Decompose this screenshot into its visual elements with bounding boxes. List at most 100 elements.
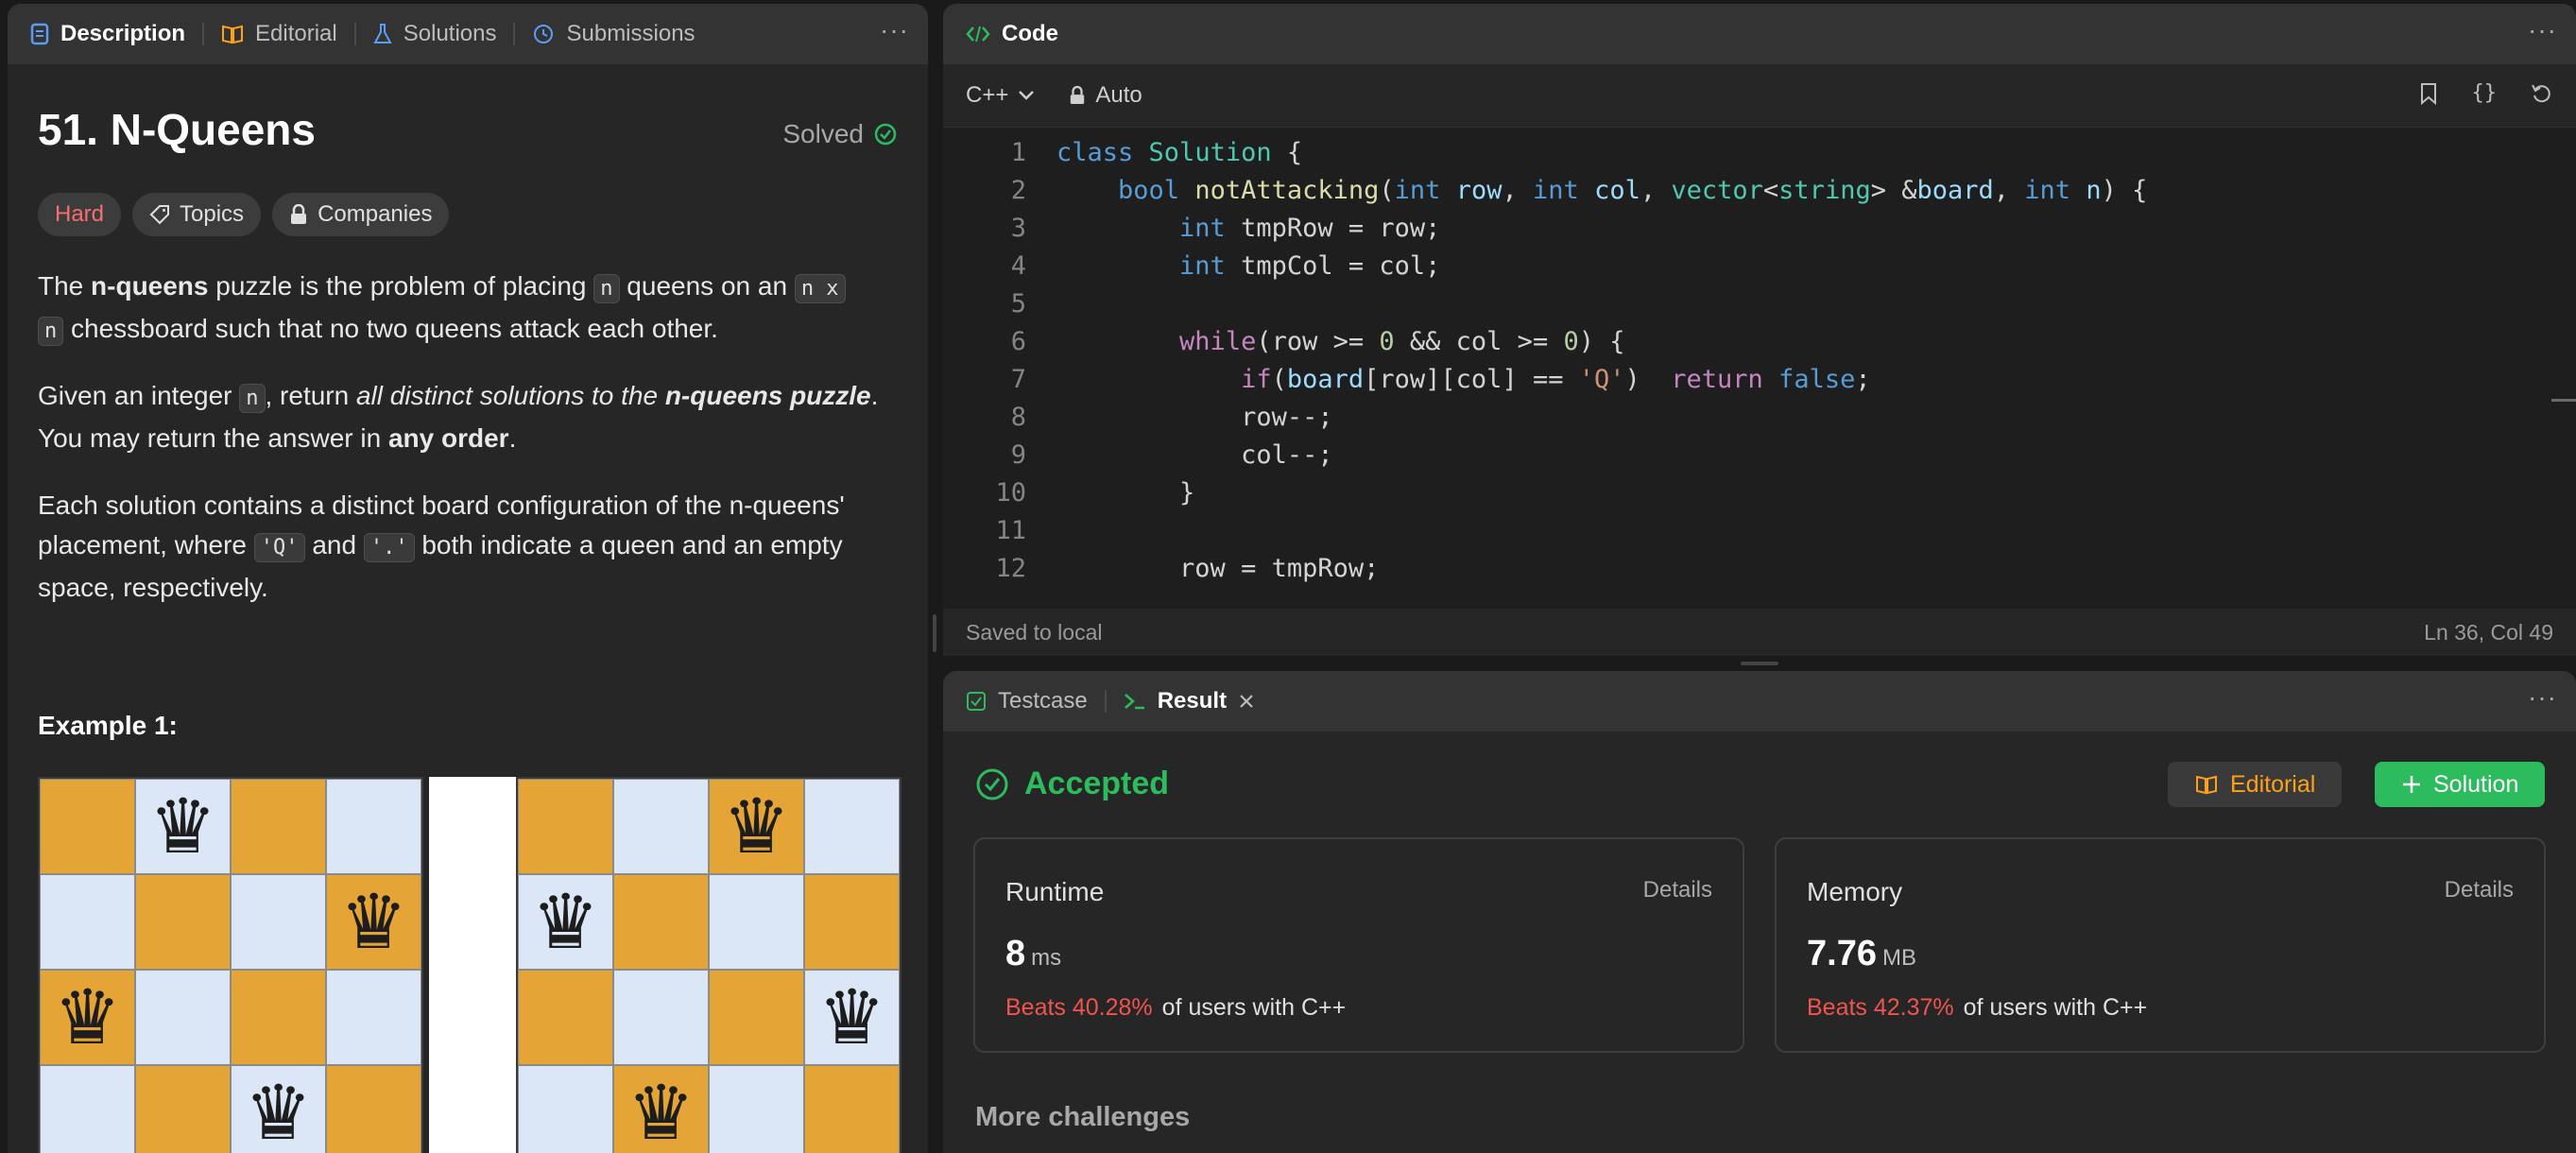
- tab-testcase-label: Testcase: [998, 688, 1088, 714]
- runtime-card[interactable]: Runtime Details 8 ms Beats 40.28% of users…: [973, 837, 1744, 1053]
- code-line[interactable]: 12 row = tmpRow;: [943, 550, 2576, 588]
- tab-result[interactable]: Result: [1124, 688, 1255, 714]
- line-number: 10: [995, 478, 1026, 508]
- board-square: [40, 874, 135, 970]
- queen-icon: ♛: [53, 975, 122, 1059]
- companies-chip[interactable]: Companies: [272, 193, 450, 236]
- code-editor[interactable]: 1 class Solution {2 bool notAttacking(int…: [943, 130, 2576, 603]
- more-options-icon[interactable]: ···: [2528, 684, 2557, 711]
- code-line[interactable]: 7 if(board[row][col] == 'Q') return fals…: [943, 361, 2576, 399]
- solution-button-label: Solution: [2433, 770, 2519, 798]
- code-line[interactable]: 9 col--;: [943, 437, 2576, 474]
- language-label: C++: [966, 82, 1009, 108]
- inline-code: '.': [363, 533, 415, 562]
- editor-statusbar: Saved to local Ln 36, Col 49: [943, 609, 2576, 656]
- editorial-button-label: Editorial: [2230, 770, 2316, 798]
- more-options-icon[interactable]: ···: [2528, 17, 2557, 43]
- board-square: [518, 779, 613, 874]
- problem-chips: Hard Topics Companies: [38, 193, 450, 236]
- code-line[interactable]: 10 }: [943, 474, 2576, 512]
- line-number: 9: [1010, 440, 1026, 470]
- code-line[interactable]: 11: [943, 512, 2576, 550]
- check-circle-icon: [975, 767, 1009, 801]
- tab-editorial[interactable]: Editorial: [221, 21, 337, 47]
- tab-divider: [202, 23, 205, 45]
- more-options-icon[interactable]: ···: [880, 17, 909, 43]
- runtime-value: 8: [1005, 934, 1026, 973]
- horizontal-resize-handle[interactable]: [1741, 662, 1778, 665]
- tab-solutions-label: Solutions: [403, 21, 497, 46]
- tab-submissions[interactable]: Submissions: [532, 21, 696, 47]
- plus-icon: [2401, 774, 2422, 795]
- history-icon: [532, 23, 555, 45]
- vertical-resize-handle[interactable]: [933, 614, 936, 652]
- memory-unit: MB: [1881, 945, 1916, 971]
- tab-solutions[interactable]: Solutions: [373, 21, 497, 47]
- auto-mode-toggle[interactable]: Auto: [1069, 82, 1142, 109]
- inline-code: 'Q': [253, 533, 305, 562]
- bookmark-icon[interactable]: [2419, 81, 2438, 105]
- description-paragraph-2: Given an integer n, return all distinct …: [38, 376, 907, 458]
- text: queens on an: [619, 271, 795, 301]
- memory-details-link[interactable]: Details: [2445, 877, 2514, 903]
- code-line[interactable]: 1 class Solution {: [943, 134, 2576, 172]
- tab-description[interactable]: Description: [30, 21, 185, 47]
- code-text: int tmpRow = row;: [1179, 214, 1441, 243]
- topics-chip[interactable]: Topics: [132, 193, 262, 236]
- code-line[interactable]: 6 while(row >= 0 && col >= 0) {: [943, 323, 2576, 361]
- code-line[interactable]: 8 row--;: [943, 399, 2576, 437]
- tab-editorial-label: Editorial: [255, 21, 337, 46]
- memory-card[interactable]: Memory Details 7.76 MB Beats 42.37% of use…: [1775, 837, 2546, 1053]
- code-line[interactable]: 3 int tmpRow = row;: [943, 210, 2576, 248]
- book-icon: [2194, 774, 2219, 795]
- tab-result-label: Result: [1157, 688, 1228, 714]
- text: , return: [265, 381, 356, 410]
- editorial-button[interactable]: Editorial: [2168, 762, 2343, 807]
- tab-code-label: Code: [1002, 21, 1058, 46]
- memory-beats-suffix: of users with C++: [1963, 994, 2148, 1021]
- solution-button[interactable]: Solution: [2375, 762, 2546, 807]
- code-text: if(board[row][col] == 'Q') return false;: [1241, 365, 1871, 394]
- close-icon[interactable]: [1238, 693, 1255, 710]
- more-challenges-heading: More challenges: [975, 1102, 1191, 1132]
- text: .: [508, 423, 517, 453]
- line-number: 5: [1010, 289, 1026, 318]
- check-circle-icon: [873, 122, 898, 146]
- line-number: 3: [1010, 214, 1026, 243]
- chevron-down-icon: [1018, 90, 1035, 101]
- reset-icon[interactable]: [2531, 81, 2553, 105]
- board-square: [326, 779, 421, 874]
- save-status: Saved to local: [966, 619, 1103, 645]
- queen-icon: ♛: [531, 880, 600, 964]
- memory-value: 7.76: [1807, 934, 1877, 973]
- memory-beats-row: Beats 42.37% of users with C++: [1807, 994, 2147, 1022]
- board-square: [231, 874, 326, 970]
- board-square: [518, 970, 613, 1065]
- code-line[interactable]: 5: [943, 285, 2576, 323]
- code-text: class Solution {: [1056, 138, 1303, 167]
- board-square: ♛: [518, 874, 613, 970]
- inline-code: n x: [794, 274, 846, 303]
- tab-description-label: Description: [60, 21, 186, 46]
- language-select[interactable]: C++: [966, 82, 1035, 109]
- board-square: [709, 970, 804, 1065]
- board-square: [613, 970, 709, 1065]
- board-square: [804, 874, 900, 970]
- code-line[interactable]: 4 int tmpCol = col;: [943, 248, 2576, 285]
- bold-italic-term: n-queens puzzle: [664, 381, 871, 410]
- format-braces-icon[interactable]: {}: [2472, 81, 2498, 105]
- lock-icon: [1069, 85, 1086, 106]
- code-line[interactable]: 2 bool notAttacking(int row, int col, ve…: [943, 172, 2576, 210]
- editor-scrollbar[interactable]: [2551, 399, 2576, 402]
- bold-term: n-queens: [91, 271, 209, 301]
- runtime-details-link[interactable]: Details: [1643, 877, 1712, 903]
- board-square: [613, 874, 709, 970]
- tab-code[interactable]: Code: [966, 21, 1058, 47]
- board-square: [40, 779, 135, 874]
- runtime-beats-row: Beats 40.28% of users with C++: [1005, 994, 1346, 1022]
- code-text: int tmpCol = col;: [1179, 251, 1441, 281]
- runtime-beats: Beats 40.28%: [1005, 994, 1153, 1021]
- line-number: 8: [1010, 403, 1026, 432]
- board-square: [518, 1065, 613, 1153]
- tab-testcase[interactable]: Testcase: [966, 688, 1088, 714]
